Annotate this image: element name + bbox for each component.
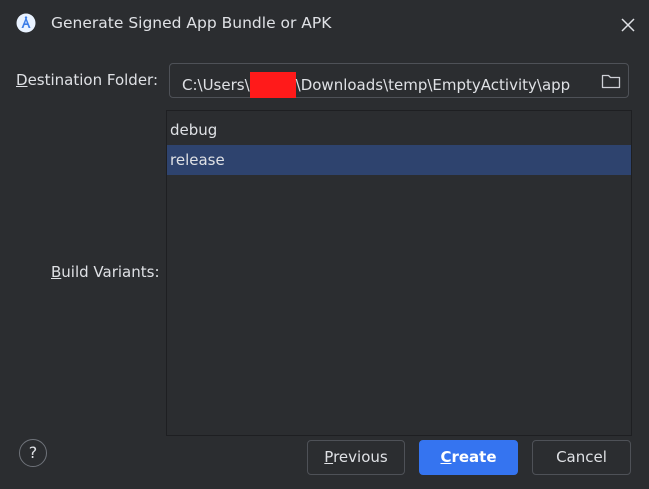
folder-icon[interactable] [600,70,622,92]
destination-label-text: estination Folder: [27,71,158,89]
generate-signed-bundle-dialog: Generate Signed App Bundle or APK Destin… [0,0,649,489]
previous-mnemonic: P [324,448,334,466]
build-variants-list[interactable]: debug release [166,110,632,436]
destination-label-mnemonic: D [16,71,28,89]
cancel-button[interactable]: Cancel [532,440,631,475]
build-variants-label-text: uild Variants: [61,263,160,281]
destination-folder-field[interactable]: C:\Users\ \Downloads\temp\EmptyActivity\a… [169,63,629,98]
previous-label: revious [333,448,388,466]
build-variants-label: Build Variants: [51,263,160,281]
create-button[interactable]: Create [419,440,518,475]
close-icon[interactable] [615,12,641,38]
redacted-username [249,72,296,98]
destination-path[interactable]: C:\Users\ \Downloads\temp\EmptyActivity\a… [182,72,570,98]
build-variants-label-mnemonic: B [51,263,62,281]
variant-item-release[interactable]: release [167,145,631,175]
dialog-title: Generate Signed App Bundle or APK [51,14,332,32]
path-prefix: C:\Users\ [182,76,250,94]
previous-button[interactable]: Previous [307,440,405,475]
create-label: reate [451,448,497,466]
title-bar: Generate Signed App Bundle or APK [0,0,649,50]
destination-folder-label: Destination Folder: [16,71,158,89]
variant-item-debug[interactable]: debug [167,115,631,145]
path-suffix: \Downloads\temp\EmptyActivity\app [295,76,571,94]
android-studio-icon [16,13,36,33]
help-button[interactable]: ? [19,439,47,467]
create-mnemonic: C [440,448,452,466]
